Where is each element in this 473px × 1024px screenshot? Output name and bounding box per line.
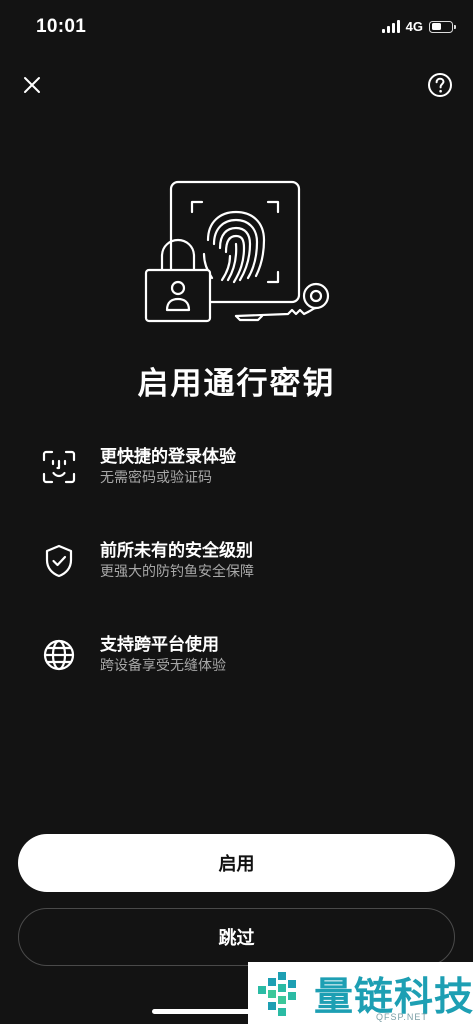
shield-check-icon	[40, 542, 78, 580]
watermark-subtext: QFSP.NET	[376, 1012, 428, 1022]
globe-icon	[40, 636, 78, 674]
status-time: 10:01	[36, 16, 87, 37]
help-icon	[428, 73, 452, 97]
feature-security-level: 前所未有的安全级别 更强大的防钓鱼安全保障	[40, 536, 440, 586]
feature-cross-platform: 支持跨平台使用 跨设备享受无缝体验	[40, 630, 440, 680]
battery-fill	[431, 23, 441, 30]
network-type: 4G	[405, 19, 423, 34]
feature-title: 前所未有的安全级别	[100, 541, 253, 560]
close-button[interactable]	[16, 69, 48, 101]
page-title: 启用通行密钥	[137, 366, 336, 401]
status-indicators: 4G	[381, 19, 456, 34]
help-button[interactable]	[424, 69, 456, 101]
feature-description: 无需密码或验证码	[100, 469, 212, 485]
watermark-logo-icon	[256, 970, 304, 1018]
battery-icon	[429, 20, 456, 33]
status-bar: 10:01 4G	[0, 0, 473, 56]
face-id-icon	[40, 448, 78, 486]
signal-icon	[381, 20, 400, 33]
skip-button[interactable]: 跳过	[18, 908, 455, 966]
feature-description: 更强大的防钓鱼安全保障	[100, 563, 254, 579]
feature-title: 支持跨平台使用	[100, 635, 219, 654]
feature-fast-login: 更快捷的登录体验 无需密码或验证码	[40, 442, 440, 492]
feature-title: 更快捷的登录体验	[100, 447, 236, 466]
feature-description: 跨设备享受无缝体验	[100, 657, 226, 673]
enable-button[interactable]: 启用	[18, 834, 455, 892]
close-icon	[24, 77, 40, 93]
watermark: 量链科技 QFSP.NET	[248, 962, 473, 1024]
passkey-illustration	[140, 178, 335, 330]
